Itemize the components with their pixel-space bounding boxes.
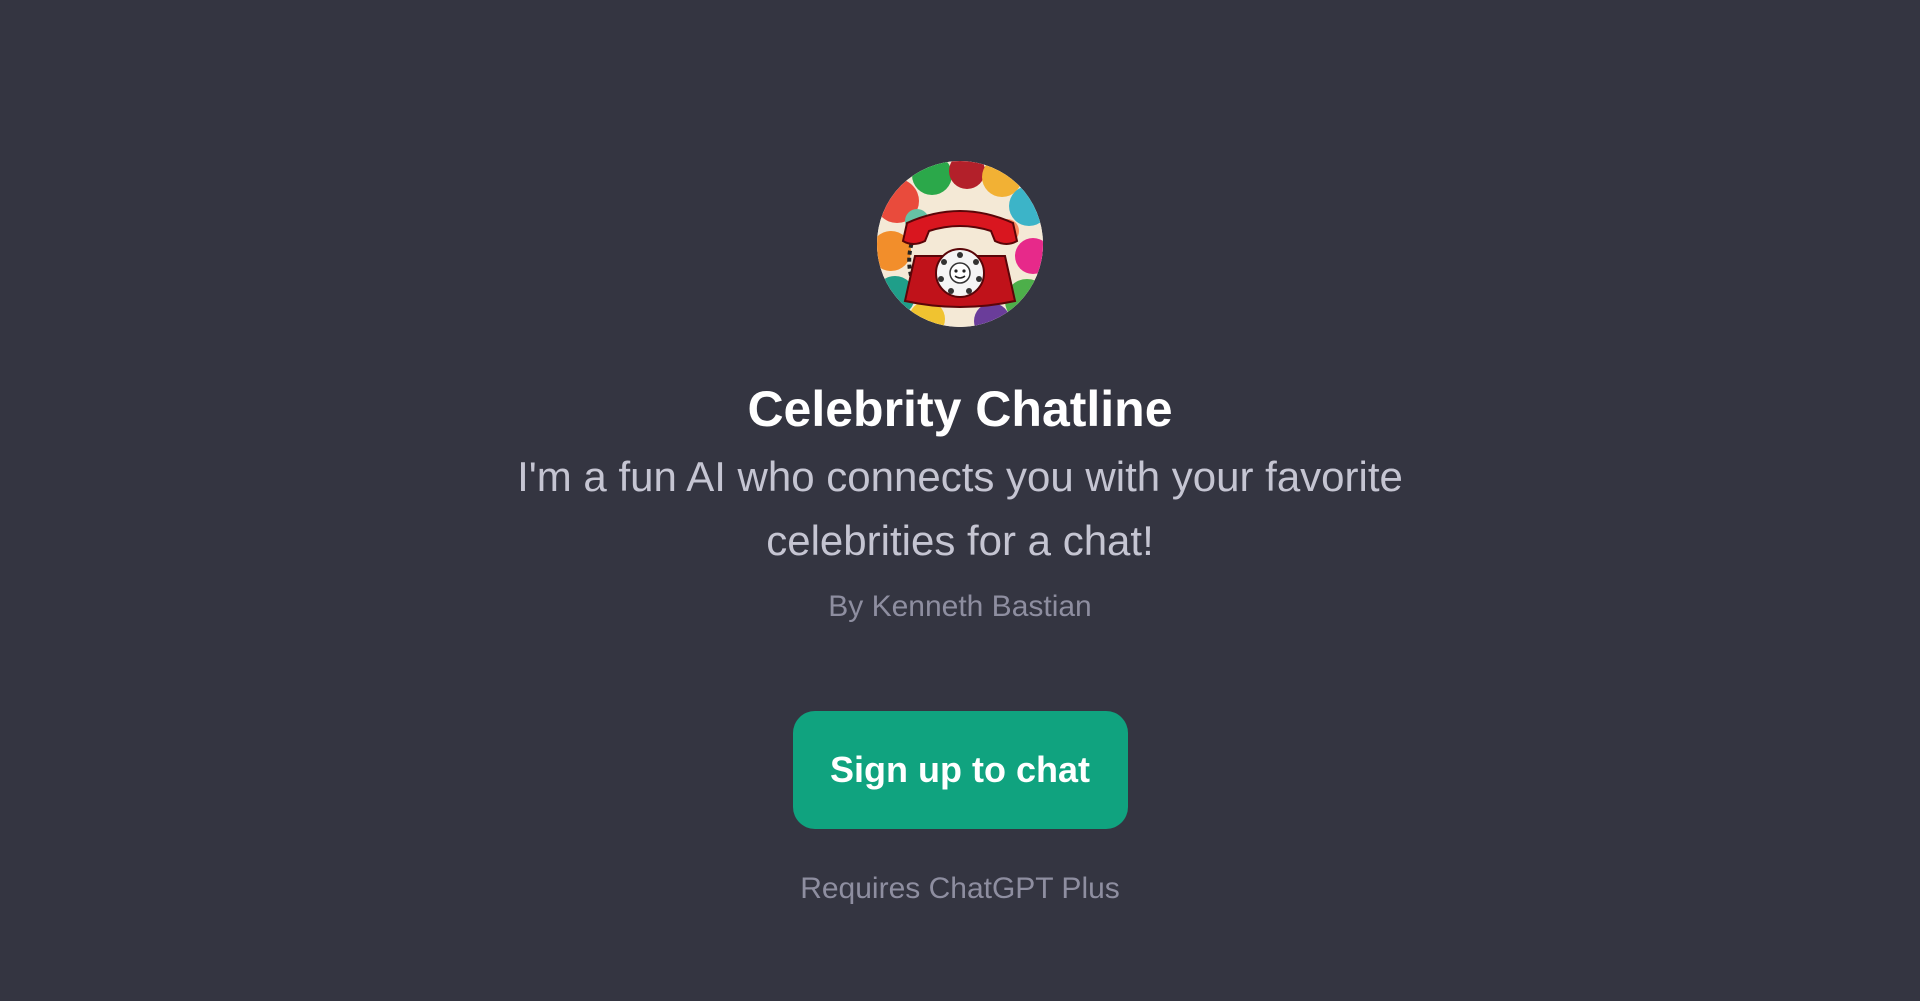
red-rotary-telephone-icon [877,161,1043,327]
gpt-author: By Kenneth Bastian [828,590,1092,623]
sign-up-button[interactable]: Sign up to chat [792,711,1128,829]
gpt-landing-page: Celebrity Chatline I'm a fun AI who conn… [0,0,1920,1001]
gpt-avatar [877,161,1043,327]
plan-requirement-note: Requires ChatGPT Plus [800,872,1120,905]
gpt-title: Celebrity Chatline [747,381,1173,437]
gpt-description: I'm a fun AI who connects you with your … [517,453,1403,564]
gpt-profile: Celebrity Chatline I'm a fun AI who conn… [0,0,1920,909]
